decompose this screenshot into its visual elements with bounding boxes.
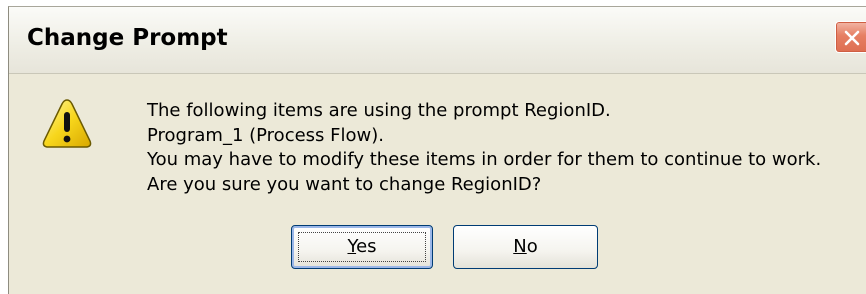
close-button[interactable] <box>835 21 866 53</box>
message-line: The following items are using the prompt… <box>147 100 611 121</box>
close-icon <box>844 30 860 46</box>
no-mnemonic: N <box>513 236 527 257</box>
yes-mnemonic: Y <box>347 236 357 257</box>
no-label-rest: o <box>526 236 538 257</box>
title-bar[interactable]: Change Prompt <box>9 7 866 74</box>
warning-icon <box>42 99 92 148</box>
message-line: Program_1 (Process Flow). <box>147 124 384 146</box>
change-prompt-dialog: Change Prompt The following items are us… <box>8 6 866 294</box>
dialog-message: The following items are using the prompt… <box>147 99 821 197</box>
yes-button[interactable]: Yes <box>291 225 433 269</box>
dialog-title: Change Prompt <box>27 25 228 51</box>
no-button[interactable]: No <box>453 225 598 269</box>
yes-label-rest: es <box>356 236 377 257</box>
message-line: Are you sure you want to change RegionID… <box>147 173 542 195</box>
message-line: You may have to modify these items in or… <box>147 149 822 170</box>
